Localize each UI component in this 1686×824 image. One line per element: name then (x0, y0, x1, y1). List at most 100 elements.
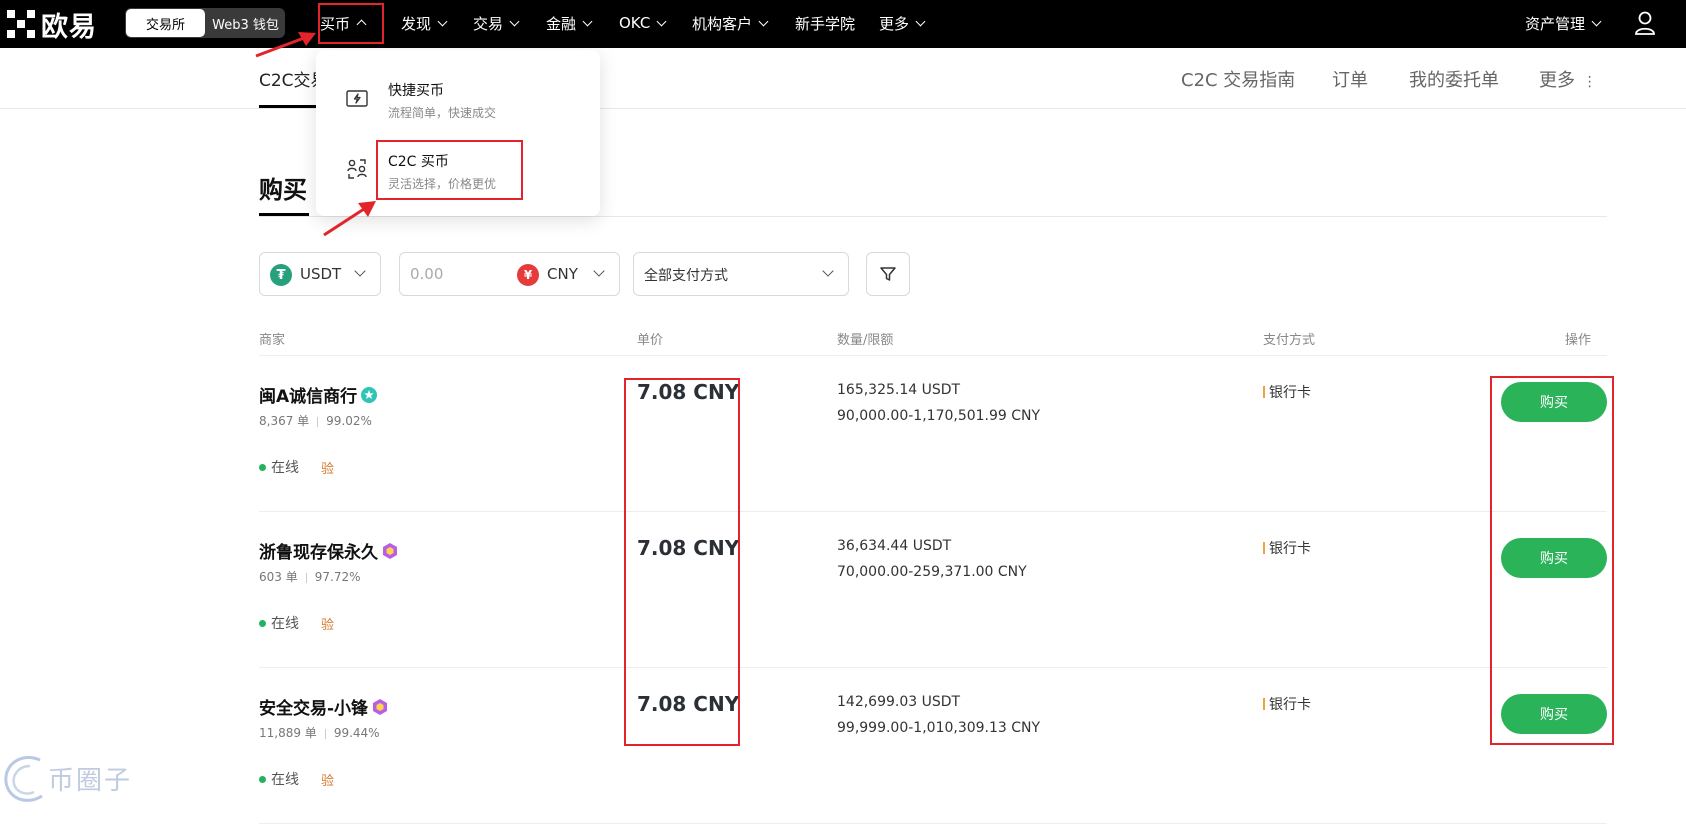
cny-coin-icon: ¥ (517, 264, 539, 286)
flash-card-icon (346, 90, 368, 107)
active-tab-underline (259, 105, 319, 108)
nav-okc[interactable]: OKC (619, 10, 667, 36)
order-limit: 70,000.00-259,371.00 CNY (837, 564, 1027, 580)
merchant-stats: 603 单 97.72% (259, 568, 361, 585)
table-row: 浙鲁现存保永久 603 单 97.72% 在线验 7.08 CNY 36,634.… (259, 512, 1607, 668)
usdt-coin-icon: ₮ (270, 264, 292, 286)
nav-more-label: 更多 (879, 14, 910, 33)
more-link-label: 更多 (1539, 70, 1575, 91)
verify-tag: 验 (321, 461, 335, 477)
nav-discover[interactable]: 发现 (401, 10, 448, 36)
people-exchange-icon (347, 159, 367, 179)
filter-button[interactable] (866, 252, 910, 296)
nav-trade[interactable]: 交易 (473, 10, 520, 36)
asset-management-menu[interactable]: 资产管理 (1525, 10, 1602, 36)
nav-more[interactable]: 更多 (879, 10, 926, 36)
logo-text: 欧易 (41, 11, 97, 43)
asset-management-label: 资产管理 (1525, 14, 1586, 33)
merchant-stats: 11,889 单 99.44% (259, 724, 380, 741)
amount-input[interactable]: 0.00 (410, 265, 443, 283)
more-link[interactable]: 更多 ⋮ (1539, 66, 1597, 92)
verify-tag: 验 (321, 773, 335, 789)
online-status: 在线 验 (259, 769, 334, 789)
verified-badge-icon (361, 386, 378, 403)
currency-select-value[interactable]: CNY (547, 265, 578, 283)
merchant-name-text: 浙鲁现存保永久 (259, 543, 378, 563)
quick-buy-title: 快捷买币 (388, 83, 444, 99)
chevron-down-icon (437, 16, 448, 26)
merchant-name[interactable]: 安全交易-小锋 (259, 694, 389, 719)
merchant-stats: 8,367 单 99.02% (259, 412, 372, 429)
chevron-down-icon (758, 16, 769, 26)
online-status-text: 在线 (271, 772, 299, 788)
diamond-badge-icon (373, 698, 388, 715)
completion-rate: 99.02% (326, 414, 372, 428)
online-dot-icon (259, 775, 266, 783)
nav-trade-label: 交易 (473, 14, 504, 33)
col-price: 单价 (637, 333, 664, 348)
chevron-down-icon (656, 16, 667, 26)
logo[interactable]: 欧易 (7, 8, 97, 43)
col-merchant: 商家 (259, 333, 286, 348)
col-qty-limit: 数量/限额 (837, 333, 894, 348)
payment-method-text: 银行卡 (1269, 541, 1311, 557)
buy-tab[interactable]: 购买 (259, 170, 307, 205)
payment-color-bar (1263, 698, 1265, 710)
nav-finance[interactable]: 金融 (546, 10, 593, 36)
online-status-text: 在线 (271, 616, 299, 632)
payment-method-select[interactable]: 全部支付方式 (633, 252, 849, 296)
payment-method: 银行卡 (1263, 694, 1311, 714)
order-limit: 90,000.00-1,170,501.99 CNY (837, 408, 1041, 424)
merchant-name-text: 闽A诚信商行 (259, 387, 358, 407)
completion-rate: 99.44% (333, 726, 380, 740)
chevron-down-icon (915, 16, 926, 26)
coin-select[interactable]: ₮ USDT (259, 252, 381, 296)
table-row: 安全交易-小锋 11,889 单 99.44% 在线验 7.08 CNY 142,… (259, 668, 1607, 824)
payment-method: 银行卡 (1263, 538, 1311, 558)
online-status: 在线 验 (259, 457, 334, 477)
order-count: 8,367 单 (259, 414, 310, 428)
exchange-tab[interactable]: 交易所 (126, 9, 205, 37)
payment-method-text: 银行卡 (1269, 697, 1311, 713)
chevron-down-icon (593, 265, 605, 277)
watermark: 币圈子 (0, 752, 150, 808)
highlight-box-price-column (624, 378, 740, 746)
highlight-box-c2c-buy (376, 140, 523, 200)
payment-method-value: 全部支付方式 (644, 268, 728, 284)
highlight-box-buy-crypto (318, 3, 384, 44)
available-quantity: 36,634.44 USDT (837, 538, 952, 554)
merchant-name-text: 安全交易-小锋 (259, 699, 369, 719)
merchant-name[interactable]: 闽A诚信商行 (259, 382, 378, 407)
nav-academy[interactable]: 新手学院 (795, 10, 855, 36)
online-status: 在线 验 (259, 613, 334, 633)
diamond-badge-icon (383, 542, 397, 559)
quick-buy-desc: 流程简单，快速成交 (388, 106, 497, 120)
nav-okc-label: OKC (619, 14, 651, 32)
my-ads-link[interactable]: 我的委托单 (1409, 66, 1499, 92)
payment-method-text: 银行卡 (1269, 385, 1311, 401)
coin-select-value: USDT (300, 265, 342, 283)
payment-color-bar (1263, 542, 1265, 554)
available-quantity: 165,325.14 USDT (837, 382, 961, 398)
kebab-icon: ⋮ (1582, 74, 1597, 90)
table-row: 闽A诚信商行 8,367 单 99.02% 在线验 7.08 CNY 165,32… (259, 356, 1607, 512)
orders-link[interactable]: 订单 (1332, 66, 1368, 92)
order-count: 603 单 (259, 570, 298, 584)
payment-color-bar (1263, 386, 1265, 398)
completion-rate: 97.72% (314, 570, 361, 584)
chevron-down-icon (354, 265, 366, 277)
nav-institutional-label: 机构客户 (692, 14, 753, 33)
quick-buy-item[interactable]: 快捷买币 流程简单，快速成交 (316, 68, 600, 128)
order-limit: 99,999.00-1,010,309.13 CNY (837, 720, 1041, 736)
nav-finance-label: 金融 (546, 14, 577, 33)
online-dot-icon (259, 619, 266, 627)
watermark-logo-icon (4, 756, 43, 802)
verify-tag: 验 (321, 617, 335, 633)
user-icon[interactable] (1634, 10, 1656, 36)
merchant-name[interactable]: 浙鲁现存保永久 (259, 538, 399, 563)
online-status-text: 在线 (271, 460, 299, 476)
c2c-guide-link[interactable]: C2C 交易指南 (1181, 66, 1295, 92)
annotation-arrow-icon (323, 201, 376, 237)
nav-institutional[interactable]: 机构客户 (692, 10, 769, 36)
order-count: 11,889 单 (259, 726, 317, 740)
